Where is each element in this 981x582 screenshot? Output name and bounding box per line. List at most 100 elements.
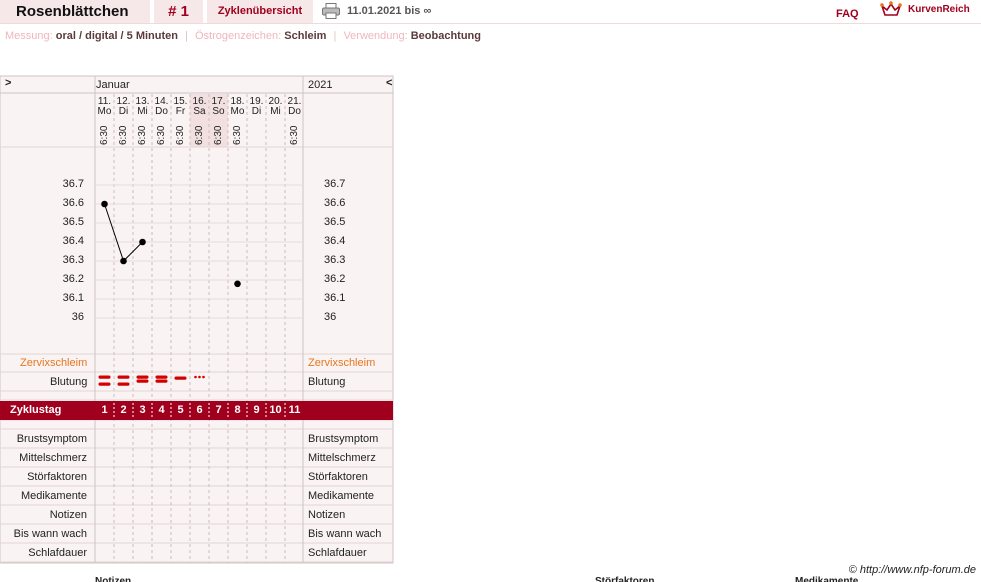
cycle-day-number: 7: [215, 404, 222, 416]
separator: |: [185, 30, 188, 42]
bleeding-spotting: [198, 375, 201, 379]
symptom-row-label-right: Störfaktoren: [308, 471, 368, 483]
temp-tick-right: 36.2: [324, 273, 346, 285]
temp-tick-left: 36.2: [62, 273, 84, 285]
temp-tick-left: 36.5: [62, 216, 84, 228]
day-weekday: Di: [251, 106, 262, 117]
bleeding-mark: [136, 375, 149, 379]
cycle-overview-link[interactable]: Zyklenübersicht: [207, 0, 313, 23]
cycle-day-number: 3: [139, 404, 146, 416]
measurement-value: oral / digital / 5 Minuten: [55, 30, 178, 42]
bleeding-mark: [117, 382, 130, 386]
day-weekday: Do: [155, 106, 168, 117]
crown-icon: [880, 1, 902, 16]
app-title: Rosenblättchen: [0, 0, 150, 23]
bleeding-mark: [98, 382, 111, 386]
day-weekday: Mi: [270, 106, 281, 117]
bleeding-label-left: Blutung: [50, 376, 88, 388]
symptom-row-label: Notizen: [49, 509, 87, 521]
measure-time: 6:30: [193, 125, 205, 145]
temp-tick-right: 36.3: [324, 254, 346, 266]
temp-point: [234, 280, 241, 288]
printer-icon[interactable]: [322, 3, 340, 19]
temp-tick-right: 36.6: [324, 197, 346, 209]
measure-time: 6:30: [136, 125, 148, 145]
bleeding-spotting: [194, 375, 197, 379]
cycle-number[interactable]: # 1: [154, 0, 203, 23]
prev-cycle-button[interactable]: <: [386, 77, 392, 89]
bottom-section-header: Medikamente: [795, 576, 859, 582]
symptom-row-label: Störfaktoren: [27, 471, 87, 483]
symptom-row-label: Brustsymptom: [16, 433, 87, 445]
bleeding-mark: [155, 375, 168, 379]
measure-time: 6:30: [212, 125, 224, 145]
temp-line-segment: [123, 241, 143, 262]
measure-time: 6:30: [174, 125, 186, 145]
temp-tick-right: 36.1: [324, 292, 346, 304]
date-range: 11.01.2021 bis ∞: [347, 5, 432, 17]
separator: |: [333, 30, 337, 42]
measure-time: 6:30: [155, 125, 167, 145]
measure-time: 6:30: [117, 125, 129, 145]
symptom-row-label-right: Brustsymptom: [308, 433, 379, 445]
year-label: 2021: [308, 79, 333, 91]
estrogen-value: Schleim: [284, 30, 327, 42]
bottom-section-header: Notizen: [95, 576, 132, 582]
estrogen-label: Östrogenzeichen:: [194, 30, 282, 42]
day-weekday: Mo: [230, 106, 245, 117]
cycle-day-number: 11: [288, 404, 301, 416]
cycle-day-label: Zyklustag: [10, 404, 62, 416]
logo[interactable]: KurvenReich: [880, 1, 981, 21]
cycle-chart: [0, 75, 394, 564]
day-weekday: Mi: [137, 106, 148, 117]
bleeding-mark: [174, 376, 187, 380]
day-weekday: So: [212, 106, 225, 117]
symptom-row-label: Bis wann wach: [13, 528, 87, 540]
next-cycle-button[interactable]: >: [5, 77, 11, 89]
symptom-row-label-right: Mittelschmerz: [308, 452, 376, 464]
temp-tick-left: 36.1: [62, 292, 84, 304]
symptom-row-label-right: Notizen: [308, 509, 346, 521]
temp-point: [120, 257, 127, 265]
usage-label: Verwendung:: [343, 30, 408, 42]
top-bar: Rosenblättchen # 1 Zyklenübersicht 11.01…: [0, 0, 981, 24]
cycle-day-number: 10: [269, 404, 282, 416]
cycle-day-number: 6: [196, 404, 203, 416]
cycle-day-number: 4: [158, 404, 165, 416]
mucus-label-left: Zervixschleim: [20, 357, 88, 369]
cycle-day-number: 5: [177, 404, 184, 416]
temp-tick-left: 36.3: [62, 254, 84, 266]
cycle-day-number: 8: [234, 404, 241, 416]
measurement-label: Messung:: [5, 30, 53, 42]
symptom-row-label: Mittelschmerz: [19, 452, 87, 464]
measure-time: 6:30: [288, 125, 300, 145]
measure-time: 6:30: [231, 125, 243, 145]
temp-tick-left: 36: [71, 311, 84, 323]
month-label: Januar: [96, 79, 130, 91]
symptom-row-label-right: Bis wann wach: [308, 528, 382, 540]
day-weekday: Mo: [97, 106, 112, 117]
logo-text: KurvenReich: [908, 4, 970, 15]
symptom-row-label: Medikamente: [20, 490, 87, 502]
mucus-label-right: Zervixschleim: [308, 357, 376, 369]
symptom-row-label: Schlafdauer: [28, 547, 87, 559]
temp-tick-right: 36.7: [324, 178, 346, 190]
temp-tick-left: 36.4: [62, 235, 84, 247]
temp-point: [101, 200, 108, 208]
bleeding-label-right: Blutung: [308, 376, 346, 388]
day-weekday: Di: [118, 106, 129, 117]
faq-link[interactable]: FAQ: [836, 3, 859, 26]
temp-tick-right: 36.4: [324, 235, 346, 247]
temp-tick-right: 36.5: [324, 216, 346, 228]
bleeding-spotting: [202, 375, 205, 379]
temp-tick-left: 36.7: [62, 178, 84, 190]
measurement-settings: Messung: oral / digital / 5 Minuten | Ös…: [5, 30, 481, 42]
cycle-day-number: 2: [120, 404, 127, 416]
bleeding-mark: [136, 379, 149, 383]
day-weekday: Sa: [193, 106, 206, 117]
temp-tick-left: 36.6: [62, 197, 84, 209]
day-weekday: Do: [288, 106, 301, 117]
bleeding-mark: [117, 375, 130, 379]
bleeding-mark: [98, 375, 111, 379]
bottom-section-header: Störfaktoren: [595, 576, 655, 582]
